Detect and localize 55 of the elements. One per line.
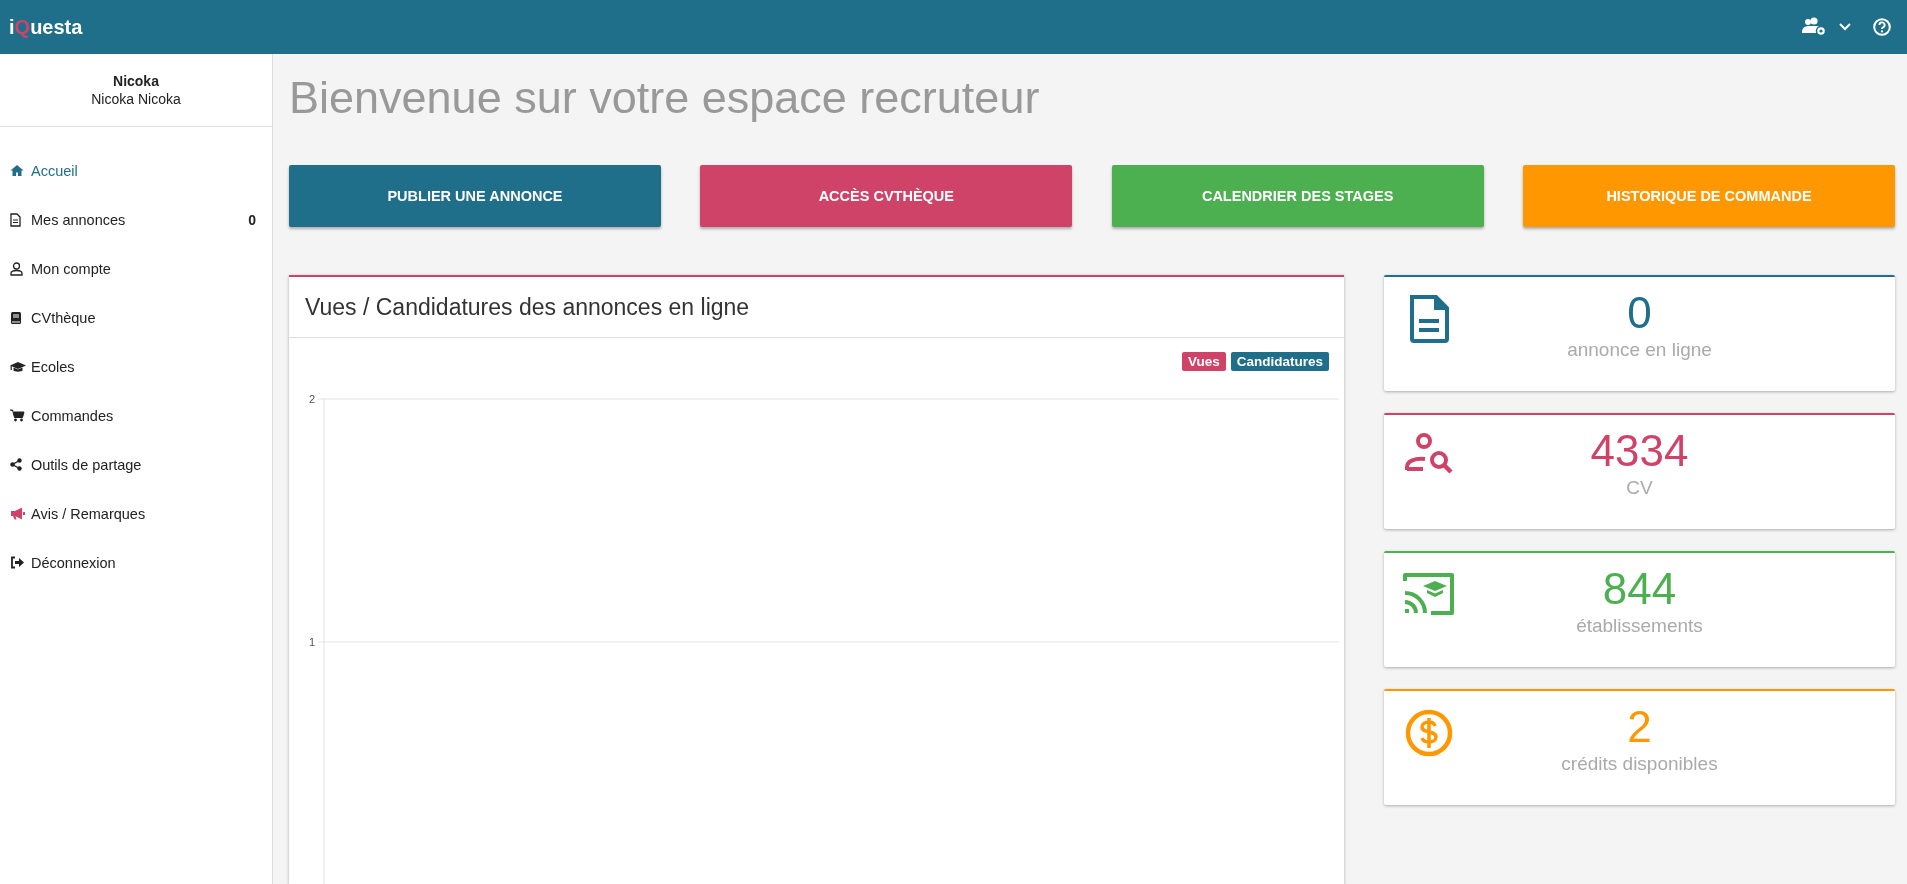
y-tick-label: 1 bbox=[308, 636, 315, 648]
nav-item[interactable]: Accueil bbox=[0, 146, 272, 195]
nav-item[interactable]: Outils de partage bbox=[0, 440, 272, 489]
nav-item[interactable]: Mon compte bbox=[0, 244, 272, 293]
legend-tag: Candidatures bbox=[1230, 352, 1329, 371]
home-icon bbox=[10, 164, 24, 177]
cart-icon bbox=[10, 409, 25, 422]
user-search-icon bbox=[1405, 433, 1453, 475]
nav-label: Avis / Remarques bbox=[31, 505, 147, 522]
stat-label: crédits disponibles bbox=[1561, 752, 1718, 776]
cast-screen-icon bbox=[1403, 571, 1455, 615]
nav-item[interactable]: Ecoles bbox=[0, 342, 272, 391]
stat-label: annonce en ligne bbox=[1567, 338, 1712, 362]
stat-label: CV bbox=[1626, 476, 1653, 500]
nav-item[interactable]: Mes annonces 0 bbox=[0, 195, 272, 244]
nav-label: Ecoles bbox=[31, 358, 76, 375]
count: 0 bbox=[248, 211, 256, 228]
dollar-coin-icon bbox=[1405, 709, 1453, 757]
graduation-cap-icon bbox=[10, 360, 26, 373]
nav-label: Outils de partage bbox=[31, 456, 143, 473]
action-button[interactable]: ACCÈS CVTHÈQUE bbox=[700, 165, 1073, 227]
user-icon bbox=[10, 261, 23, 276]
stat-value: 844 bbox=[1602, 565, 1677, 613]
nav-label: Commandes bbox=[31, 407, 115, 424]
page-title: Bienvenue sur votre espace recruteur bbox=[289, 71, 1041, 125]
nav-item[interactable]: Avis / Remarques bbox=[0, 489, 272, 538]
share-icon bbox=[10, 458, 22, 471]
book-icon bbox=[10, 310, 22, 325]
megaphone-icon bbox=[10, 507, 25, 520]
nav-item[interactable]: Commandes bbox=[0, 391, 272, 440]
stat-value: 0 bbox=[1627, 289, 1652, 337]
nav-item[interactable]: CVthèque bbox=[0, 293, 272, 342]
legend-tag: Vues bbox=[1181, 352, 1226, 371]
nav-label: Accueil bbox=[31, 162, 79, 179]
user-settings-button[interactable] bbox=[1801, 17, 1851, 37]
nav-item[interactable]: Déconnexion bbox=[0, 538, 272, 587]
logo: iQuesta bbox=[9, 15, 83, 39]
document-icon bbox=[10, 212, 21, 227]
stat-label: établissements bbox=[1576, 614, 1703, 638]
action-button[interactable]: PUBLIER UNE ANNONCE bbox=[289, 165, 661, 227]
chart-title: Vues / Candidatures des annonces en ligne bbox=[289, 277, 1344, 338]
help-button[interactable] bbox=[1873, 18, 1891, 36]
user-full-name: Nicoka Nicoka bbox=[91, 91, 181, 107]
sign-out-icon bbox=[10, 556, 24, 569]
user-name: Nicoka bbox=[113, 73, 159, 89]
help-icon bbox=[1873, 18, 1891, 36]
nav-label: CVthèque bbox=[31, 309, 97, 326]
nav-label: Déconnexion bbox=[31, 554, 117, 571]
nav-label: Mon compte bbox=[31, 260, 112, 277]
stat-value: 4334 bbox=[1590, 427, 1689, 475]
nav-label: Mes annonces bbox=[31, 211, 127, 228]
users-gear-icon bbox=[1801, 17, 1827, 37]
stat-value: 2 bbox=[1627, 703, 1652, 751]
y-tick-label: 2 bbox=[308, 393, 315, 405]
document-icon bbox=[1409, 295, 1449, 343]
